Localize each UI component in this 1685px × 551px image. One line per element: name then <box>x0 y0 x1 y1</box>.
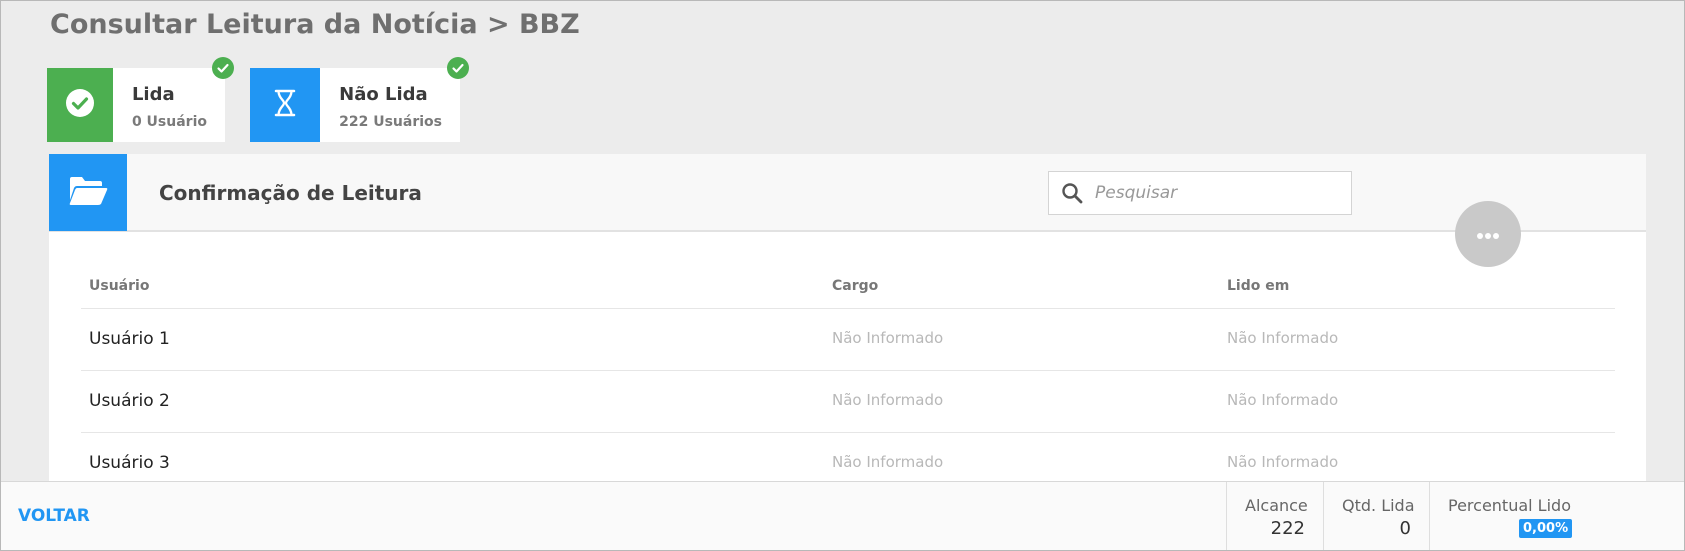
ellipsis-icon <box>1476 225 1500 244</box>
cell-role: Não Informado <box>832 391 944 409</box>
cell-role: Não Informado <box>832 453 944 471</box>
cell-user: Usuário 3 <box>89 453 170 473</box>
status-name: Não Lida <box>339 84 428 105</box>
status-count: 222 Usuários <box>339 114 442 130</box>
table-row[interactable]: Usuário 2 Não Informado Não Informado <box>81 371 1615 433</box>
selected-check-icon <box>212 57 234 79</box>
readers-table: Usuário Cargo Lido em Usuário 1 Não Info… <box>81 262 1615 495</box>
panel-body: Usuário Cargo Lido em Usuário 1 Não Info… <box>49 232 1646 495</box>
column-header-role[interactable]: Cargo <box>832 278 878 294</box>
status-tile-read <box>47 68 113 142</box>
back-button[interactable]: VOLTAR <box>18 506 90 526</box>
panel-title: Confirmação de Leitura <box>159 181 422 205</box>
metric-label: Percentual Lido <box>1448 496 1571 515</box>
column-header-read-at[interactable]: Lido em <box>1227 278 1289 294</box>
cell-role: Não Informado <box>832 329 944 347</box>
table-header-row: Usuário Cargo Lido em <box>81 262 1615 309</box>
status-card-read[interactable]: Lida 0 Usuário <box>47 57 234 142</box>
status-info-unread: Não Lida 222 Usuários <box>320 68 460 142</box>
table-row[interactable]: Usuário 1 Não Informado Não Informado <box>81 309 1615 371</box>
status-name: Lida <box>131 84 175 105</box>
cell-read-at: Não Informado <box>1227 329 1339 347</box>
percent-badge: 0,00% <box>1519 519 1573 538</box>
metric-label: Qtd. Lida <box>1342 496 1415 515</box>
metric-read-count: Qtd. Lida 0 <box>1323 482 1429 551</box>
status-card-unread[interactable]: Não Lida 222 Usuários <box>250 57 469 142</box>
check-circle-icon <box>65 88 95 122</box>
column-header-user[interactable]: Usuário <box>89 278 149 294</box>
search-icon[interactable] <box>1049 182 1095 204</box>
metric-value: 222 <box>1270 518 1305 539</box>
cell-user: Usuário 2 <box>89 391 170 411</box>
metric-value: 0 <box>1399 518 1411 539</box>
status-tile-unread <box>250 68 321 142</box>
status-info-read: Lida 0 Usuário <box>113 68 225 142</box>
panel-header: Confirmação de Leitura <box>49 154 1646 232</box>
search-input[interactable] <box>1095 183 1335 203</box>
metric-label: Alcance <box>1245 496 1308 515</box>
more-options-button[interactable] <box>1455 201 1521 267</box>
folder-open-icon <box>67 174 109 212</box>
hourglass-icon <box>272 88 298 122</box>
metric-percent-read: Percentual Lido 0,00% <box>1429 482 1685 551</box>
search-box[interactable] <box>1048 171 1352 215</box>
page-title: Consultar Leitura da Notícia > BBZ <box>50 9 580 40</box>
footer-bar: VOLTAR Alcance 222 Qtd. Lida 0 Percentua… <box>0 481 1685 551</box>
cell-read-at: Não Informado <box>1227 453 1339 471</box>
cell-read-at: Não Informado <box>1227 391 1339 409</box>
status-count: 0 Usuário <box>131 114 207 130</box>
panel-icon-tile <box>49 154 127 231</box>
metric-reach: Alcance 222 <box>1226 482 1323 551</box>
selected-check-icon <box>447 57 469 79</box>
cell-user: Usuário 1 <box>89 329 170 349</box>
